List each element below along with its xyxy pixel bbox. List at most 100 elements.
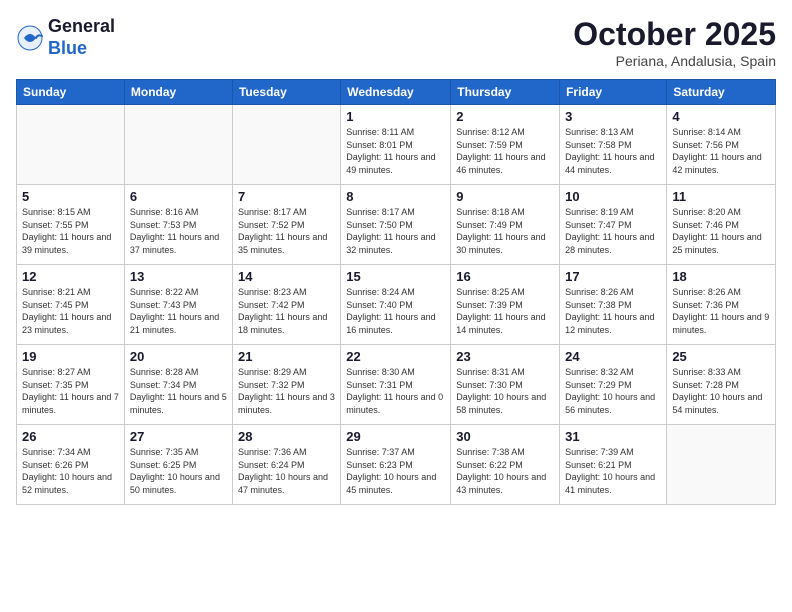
calendar-cell: 24 Sunrise: 8:32 AMSunset: 7:29 PMDayligh… xyxy=(560,345,667,425)
day-info: Sunrise: 7:39 AMSunset: 6:21 PMDaylight:… xyxy=(565,446,661,496)
day-number: 25 xyxy=(672,349,770,364)
day-info: Sunrise: 8:17 AMSunset: 7:50 PMDaylight:… xyxy=(346,206,445,256)
calendar-week-2: 5 Sunrise: 8:15 AMSunset: 7:55 PMDaylight… xyxy=(17,185,776,265)
day-number: 26 xyxy=(22,429,119,444)
calendar-header-row: Sunday Monday Tuesday Wednesday Thursday… xyxy=(17,80,776,105)
calendar-cell: 7 Sunrise: 8:17 AMSunset: 7:52 PMDaylight… xyxy=(232,185,340,265)
day-number: 19 xyxy=(22,349,119,364)
calendar-cell: 13Sunrise: 8:22 AMSunset: 7:43 PMDayligh… xyxy=(124,265,232,345)
day-info: Sunrise: 8:24 AMSunset: 7:40 PMDaylight:… xyxy=(346,286,445,336)
day-number: 24 xyxy=(565,349,661,364)
page: General Blue October 2025 Periana, Andal… xyxy=(0,0,792,612)
day-info: Sunrise: 7:37 AMSunset: 6:23 PMDaylight:… xyxy=(346,446,445,496)
calendar-cell: 28 Sunrise: 7:36 AMSunset: 6:24 PMDayligh… xyxy=(232,425,340,505)
day-info: Sunrise: 8:33 AMSunset: 7:28 PMDaylight:… xyxy=(672,366,770,416)
day-number: 14 xyxy=(238,269,335,284)
col-friday: Friday xyxy=(560,80,667,105)
day-number: 27 xyxy=(130,429,227,444)
calendar-week-3: 12Sunrise: 8:21 AMSunset: 7:45 PMDayligh… xyxy=(17,265,776,345)
calendar-cell: 18 Sunrise: 8:26 AMSunset: 7:36 PMDayligh… xyxy=(667,265,776,345)
calendar-cell: 21 Sunrise: 8:29 AMSunset: 7:32 PMDayligh… xyxy=(232,345,340,425)
day-number: 21 xyxy=(238,349,335,364)
day-info: Sunrise: 8:13 AMSunset: 7:58 PMDaylight:… xyxy=(565,126,661,176)
calendar-cell: 11 Sunrise: 8:20 AMSunset: 7:46 PMDayligh… xyxy=(667,185,776,265)
calendar-cell: 12Sunrise: 8:21 AMSunset: 7:45 PMDayligh… xyxy=(17,265,125,345)
calendar-cell: 17 Sunrise: 8:26 AMSunset: 7:38 PMDayligh… xyxy=(560,265,667,345)
day-info: Sunrise: 8:19 AMSunset: 7:47 PMDaylight:… xyxy=(565,206,661,256)
calendar-cell: 26 Sunrise: 7:34 AMSunset: 6:26 PMDayligh… xyxy=(17,425,125,505)
calendar-cell: 8Sunrise: 8:17 AMSunset: 7:50 PMDaylight… xyxy=(341,185,451,265)
calendar-cell: 27Sunrise: 7:35 AMSunset: 6:25 PMDayligh… xyxy=(124,425,232,505)
day-number: 10 xyxy=(565,189,661,204)
day-info: Sunrise: 8:32 AMSunset: 7:29 PMDaylight:… xyxy=(565,366,661,416)
logo: General Blue xyxy=(16,16,115,59)
logo-general: General xyxy=(48,16,115,38)
day-number: 9 xyxy=(456,189,554,204)
calendar-cell: 5 Sunrise: 8:15 AMSunset: 7:55 PMDaylight… xyxy=(17,185,125,265)
day-info: Sunrise: 8:21 AMSunset: 7:45 PMDaylight:… xyxy=(22,286,119,336)
day-info: Sunrise: 8:12 AMSunset: 7:59 PMDaylight:… xyxy=(456,126,554,176)
day-info: Sunrise: 8:15 AMSunset: 7:55 PMDaylight:… xyxy=(22,206,119,256)
day-number: 2 xyxy=(456,109,554,124)
calendar-cell: 2 Sunrise: 8:12 AMSunset: 7:59 PMDaylight… xyxy=(451,105,560,185)
calendar-cell: 30 Sunrise: 7:38 AMSunset: 6:22 PMDayligh… xyxy=(451,425,560,505)
day-info: Sunrise: 7:38 AMSunset: 6:22 PMDaylight:… xyxy=(456,446,554,496)
calendar-cell xyxy=(124,105,232,185)
calendar-cell xyxy=(17,105,125,185)
col-sunday: Sunday xyxy=(17,80,125,105)
calendar-cell xyxy=(667,425,776,505)
day-info: Sunrise: 8:27 AMSunset: 7:35 PMDaylight:… xyxy=(22,366,119,416)
day-info: Sunrise: 8:16 AMSunset: 7:53 PMDaylight:… xyxy=(130,206,227,256)
day-number: 17 xyxy=(565,269,661,284)
day-info: Sunrise: 8:25 AMSunset: 7:39 PMDaylight:… xyxy=(456,286,554,336)
calendar-cell: 23 Sunrise: 8:31 AMSunset: 7:30 PMDayligh… xyxy=(451,345,560,425)
calendar-cell: 15 Sunrise: 8:24 AMSunset: 7:40 PMDayligh… xyxy=(341,265,451,345)
day-info: Sunrise: 8:23 AMSunset: 7:42 PMDaylight:… xyxy=(238,286,335,336)
day-info: Sunrise: 8:26 AMSunset: 7:38 PMDaylight:… xyxy=(565,286,661,336)
calendar-cell: 14 Sunrise: 8:23 AMSunset: 7:42 PMDayligh… xyxy=(232,265,340,345)
day-number: 18 xyxy=(672,269,770,284)
calendar-cell: 25 Sunrise: 8:33 AMSunset: 7:28 PMDayligh… xyxy=(667,345,776,425)
calendar-cell: 4Sunrise: 8:14 AMSunset: 7:56 PMDaylight… xyxy=(667,105,776,185)
day-info: Sunrise: 7:34 AMSunset: 6:26 PMDaylight:… xyxy=(22,446,119,496)
col-tuesday: Tuesday xyxy=(232,80,340,105)
calendar-cell: 1 Sunrise: 8:11 AMSunset: 8:01 PMDaylight… xyxy=(341,105,451,185)
location: Periana, Andalusia, Spain xyxy=(573,53,776,69)
day-info: Sunrise: 8:20 AMSunset: 7:46 PMDaylight:… xyxy=(672,206,770,256)
day-number: 29 xyxy=(346,429,445,444)
day-number: 22 xyxy=(346,349,445,364)
calendar-cell: 31Sunrise: 7:39 AMSunset: 6:21 PMDayligh… xyxy=(560,425,667,505)
day-info: Sunrise: 8:29 AMSunset: 7:32 PMDaylight:… xyxy=(238,366,335,416)
day-info: Sunrise: 8:22 AMSunset: 7:43 PMDaylight:… xyxy=(130,286,227,336)
col-wednesday: Wednesday xyxy=(341,80,451,105)
col-saturday: Saturday xyxy=(667,80,776,105)
day-number: 5 xyxy=(22,189,119,204)
calendar-cell: 22Sunrise: 8:30 AMSunset: 7:31 PMDayligh… xyxy=(341,345,451,425)
calendar-week-5: 26 Sunrise: 7:34 AMSunset: 6:26 PMDayligh… xyxy=(17,425,776,505)
day-number: 4 xyxy=(672,109,770,124)
title-block: October 2025 Periana, Andalusia, Spain xyxy=(573,16,776,69)
day-info: Sunrise: 8:17 AMSunset: 7:52 PMDaylight:… xyxy=(238,206,335,256)
day-number: 23 xyxy=(456,349,554,364)
calendar-cell: 19 Sunrise: 8:27 AMSunset: 7:35 PMDayligh… xyxy=(17,345,125,425)
day-number: 7 xyxy=(238,189,335,204)
day-number: 1 xyxy=(346,109,445,124)
calendar-cell: 9Sunrise: 8:18 AMSunset: 7:49 PMDaylight… xyxy=(451,185,560,265)
day-number: 11 xyxy=(672,189,770,204)
day-info: Sunrise: 8:26 AMSunset: 7:36 PMDaylight:… xyxy=(672,286,770,336)
day-info: Sunrise: 8:31 AMSunset: 7:30 PMDaylight:… xyxy=(456,366,554,416)
logo-icon xyxy=(16,24,44,52)
day-number: 30 xyxy=(456,429,554,444)
day-number: 20 xyxy=(130,349,227,364)
day-info: Sunrise: 8:11 AMSunset: 8:01 PMDaylight:… xyxy=(346,126,445,176)
calendar: Sunday Monday Tuesday Wednesday Thursday… xyxy=(16,79,776,505)
calendar-cell: 20 Sunrise: 8:28 AMSunset: 7:34 PMDayligh… xyxy=(124,345,232,425)
calendar-week-4: 19 Sunrise: 8:27 AMSunset: 7:35 PMDayligh… xyxy=(17,345,776,425)
day-number: 15 xyxy=(346,269,445,284)
day-info: Sunrise: 7:36 AMSunset: 6:24 PMDaylight:… xyxy=(238,446,335,496)
day-info: Sunrise: 8:28 AMSunset: 7:34 PMDaylight:… xyxy=(130,366,227,416)
calendar-week-1: 1 Sunrise: 8:11 AMSunset: 8:01 PMDaylight… xyxy=(17,105,776,185)
col-monday: Monday xyxy=(124,80,232,105)
calendar-cell: 6Sunrise: 8:16 AMSunset: 7:53 PMDaylight… xyxy=(124,185,232,265)
day-number: 28 xyxy=(238,429,335,444)
